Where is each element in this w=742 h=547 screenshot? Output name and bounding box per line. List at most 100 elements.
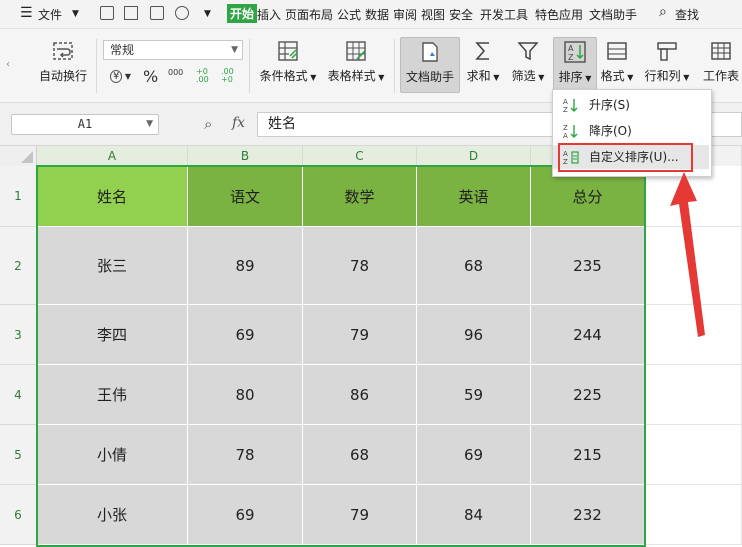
- tab-formulas[interactable]: 公式: [337, 6, 361, 23]
- print-preview-icon[interactable]: [175, 6, 189, 20]
- tab-home[interactable]: 开始: [227, 4, 258, 23]
- chevron-down-icon: ▼: [582, 74, 592, 83]
- cell-e3[interactable]: 244: [531, 305, 645, 365]
- cell-d1[interactable]: 英语: [417, 166, 531, 227]
- save-icon[interactable]: [100, 6, 114, 20]
- cell-b3[interactable]: 69: [188, 305, 303, 365]
- format-button[interactable]: 格式 ▼: [600, 39, 634, 84]
- row-header-5[interactable]: 5: [0, 425, 37, 485]
- cell-c2[interactable]: 78: [303, 227, 417, 305]
- cell-c4[interactable]: 86: [303, 365, 417, 425]
- tab-developer[interactable]: 开发工具: [480, 6, 528, 23]
- cell-a4[interactable]: 王伟: [37, 365, 188, 425]
- filter-button[interactable]: 筛选 ▼: [508, 39, 548, 84]
- cell-a5[interactable]: 小倩: [37, 425, 188, 485]
- tab-special-apps[interactable]: 特色应用: [535, 6, 583, 23]
- name-box[interactable]: A1 ▼: [11, 114, 159, 135]
- cell-b6[interactable]: 69: [188, 485, 303, 545]
- doc-assistant-label: 文档助手: [405, 70, 454, 84]
- chevron-down-icon: ▼: [231, 45, 238, 55]
- cell-c1[interactable]: 数学: [303, 166, 417, 227]
- print-icon[interactable]: [150, 6, 164, 20]
- cell-e5[interactable]: 215: [531, 425, 645, 485]
- cell-f4[interactable]: [645, 365, 742, 425]
- cell-e6[interactable]: 232: [531, 485, 645, 545]
- cell-d6[interactable]: 84: [417, 485, 531, 545]
- cell-d2[interactable]: 68: [417, 227, 531, 305]
- file-menu[interactable]: 文件: [38, 6, 62, 23]
- column-header-c[interactable]: C: [303, 146, 417, 166]
- cell-e4[interactable]: 225: [531, 365, 645, 425]
- cell-e2[interactable]: 235: [531, 227, 645, 305]
- doc-assistant-icon: [422, 42, 438, 62]
- cell-b5[interactable]: 78: [188, 425, 303, 485]
- table-style-icon: [346, 41, 366, 61]
- tab-security[interactable]: 安全: [449, 6, 473, 23]
- table-style-button[interactable]: 表格样式 ▼: [324, 39, 388, 84]
- cell-d5[interactable]: 69: [417, 425, 531, 485]
- cell-a2[interactable]: 张三: [37, 227, 188, 305]
- wrap-text-button[interactable]: 自动换行: [36, 39, 90, 84]
- tab-view[interactable]: 视图: [421, 6, 445, 23]
- thousands-separator-button[interactable]: 000: [168, 69, 188, 77]
- sum-button[interactable]: 求和 ▼: [464, 39, 502, 84]
- cell-b4[interactable]: 80: [188, 365, 303, 425]
- chevron-down-icon[interactable]: ▼: [72, 9, 79, 19]
- cell-f5[interactable]: [645, 425, 742, 485]
- ribbon-separator: [394, 39, 395, 93]
- zoom-icon[interactable]: ⌕: [204, 115, 212, 133]
- sort-label: 排序: [558, 70, 583, 84]
- row-header-1[interactable]: 1: [0, 166, 37, 227]
- cell-a1[interactable]: 姓名: [37, 166, 188, 227]
- row-col-icon: [657, 42, 677, 61]
- number-format-value: 常规: [110, 43, 135, 57]
- cell-c3[interactable]: 79: [303, 305, 417, 365]
- row-header-6[interactable]: 6: [0, 485, 37, 545]
- search-icon[interactable]: ⌕: [659, 4, 667, 20]
- export-pdf-icon[interactable]: [124, 6, 138, 20]
- cell-d3[interactable]: 96: [417, 305, 531, 365]
- cell-a6[interactable]: 小张: [37, 485, 188, 545]
- tab-insert[interactable]: 插入: [257, 6, 281, 23]
- currency-button[interactable]: ¥ ▼: [110, 68, 131, 83]
- menu-bar: ☰ 文件 ▼ ▼ 开始 插入 页面布局 公式 数据 审阅 视图 安全 开发工具 …: [0, 0, 742, 29]
- cell-b2[interactable]: 89: [188, 227, 303, 305]
- row-header-3[interactable]: 3: [0, 305, 37, 365]
- conditional-format-label: 条件格式: [259, 69, 308, 83]
- cell-b1[interactable]: 语文: [188, 166, 303, 227]
- cell-f6[interactable]: [645, 485, 742, 545]
- row-col-button[interactable]: 行和列 ▼: [644, 39, 690, 84]
- sort-ascending-item[interactable]: A Z 升序(S): [553, 93, 709, 117]
- ribbon-scroll-left-icon[interactable]: ‹: [6, 59, 10, 70]
- number-format-select[interactable]: 常规 ▼: [103, 40, 243, 60]
- search-button[interactable]: 查找: [675, 6, 699, 23]
- cell-a3[interactable]: 李四: [37, 305, 188, 365]
- worksheet-label: 工作表: [702, 69, 739, 83]
- increase-decimal-button[interactable]: +0 .00: [196, 68, 216, 84]
- currency-icon: ¥: [110, 70, 123, 83]
- sort-descending-item[interactable]: Z A 降序(O): [553, 119, 709, 143]
- customize-chevron-icon[interactable]: ▼: [204, 9, 211, 19]
- cell-d4[interactable]: 59: [417, 365, 531, 425]
- tab-review[interactable]: 审阅: [393, 6, 417, 23]
- row-header-4[interactable]: 4: [0, 365, 37, 425]
- tab-data[interactable]: 数据: [365, 6, 389, 23]
- row-header-2[interactable]: 2: [0, 227, 37, 305]
- percent-button[interactable]: %: [143, 67, 158, 86]
- sort-button[interactable]: A Z 排序 ▼: [553, 37, 597, 93]
- doc-assistant-button[interactable]: 文档助手: [400, 37, 460, 93]
- column-header-a[interactable]: A: [37, 146, 188, 166]
- tab-page-layout[interactable]: 页面布局: [285, 6, 333, 23]
- column-header-b[interactable]: B: [188, 146, 303, 166]
- decrease-decimal-button[interactable]: .00 +0: [221, 68, 241, 84]
- cell-c5[interactable]: 68: [303, 425, 417, 485]
- conditional-format-button[interactable]: 条件格式 ▼: [256, 39, 320, 84]
- worksheet-button[interactable]: 工作表: [700, 39, 742, 84]
- insert-function-button[interactable]: fx: [232, 115, 245, 131]
- column-header-d[interactable]: D: [417, 146, 531, 166]
- hamburger-icon[interactable]: ☰: [20, 5, 33, 21]
- select-all-corner[interactable]: [0, 146, 37, 166]
- tab-doc-assistant[interactable]: 文档助手: [589, 6, 637, 23]
- cell-c6[interactable]: 79: [303, 485, 417, 545]
- table-style-label: 表格样式: [327, 69, 376, 83]
